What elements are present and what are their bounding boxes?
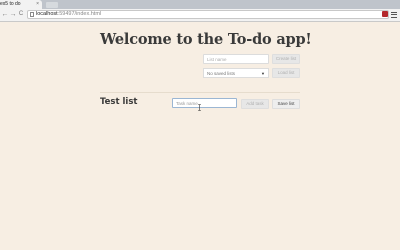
page-icon	[30, 12, 34, 17]
tab-title: ex5 to do	[0, 1, 21, 7]
extension-icon[interactable]	[382, 11, 388, 17]
saved-lists-value: No saved lists	[207, 71, 236, 76]
task-name-input[interactable]: Task name	[172, 98, 237, 108]
url-host: localhost	[36, 11, 58, 17]
browser-toolbar: ← → C localhost:59497/index.html	[0, 9, 400, 22]
create-list-button[interactable]: Create list	[272, 54, 300, 64]
address-bar[interactable]: localhost:59497/index.html	[27, 10, 389, 19]
forward-icon[interactable]: →	[9, 10, 17, 19]
tab-active[interactable]: ex5 to do ×	[0, 0, 42, 9]
load-list-button[interactable]: Load list	[272, 68, 300, 78]
add-task-button[interactable]: Add task	[241, 99, 269, 109]
back-icon[interactable]: ←	[1, 10, 9, 19]
page-title: Welcome to the To-do app!	[100, 31, 312, 48]
page-content: Welcome to the To-do app! List name Crea…	[0, 22, 400, 250]
save-list-button[interactable]: Save list	[272, 99, 300, 109]
reload-icon[interactable]: C	[17, 10, 25, 19]
text-cursor-icon	[198, 104, 201, 111]
browser-window: ex5 to do × ← → C localhost:59497/index.…	[0, 0, 400, 250]
list-name-input[interactable]: List name	[203, 54, 269, 64]
url-path: :59497/index.html	[57, 11, 102, 17]
divider	[100, 92, 300, 93]
tab-close-icon[interactable]: ×	[36, 0, 39, 9]
list-title: Test list	[100, 97, 138, 107]
new-tab-button[interactable]	[46, 2, 58, 8]
tab-strip: ex5 to do ×	[0, 0, 400, 9]
menu-icon[interactable]	[391, 10, 398, 19]
saved-lists-select[interactable]: No saved lists ▼	[203, 68, 269, 78]
chevron-down-icon: ▼	[261, 71, 265, 76]
